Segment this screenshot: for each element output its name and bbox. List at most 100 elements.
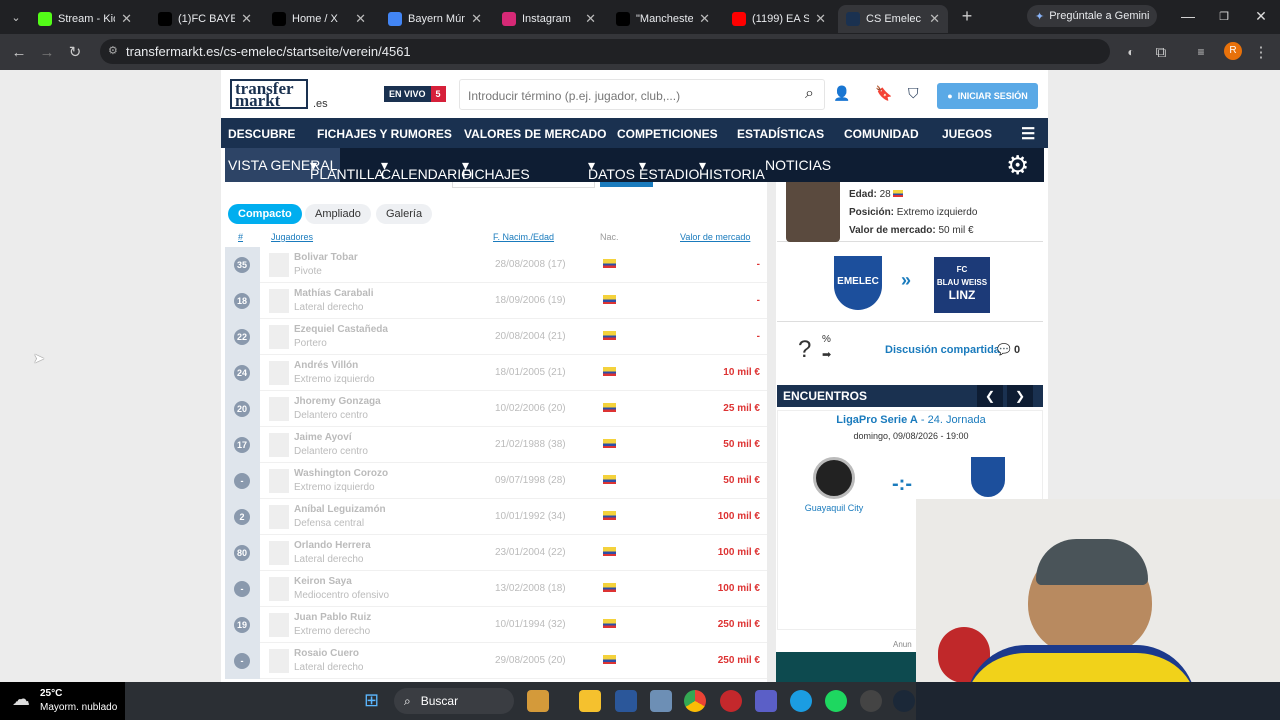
market-value[interactable]: 100 mil €: [718, 547, 760, 558]
back-icon[interactable]: ←: [8, 41, 30, 63]
table-row[interactable]: 19 Juan Pablo Ruiz Extremo derecho 10/01/19…: [225, 607, 768, 643]
player-name[interactable]: Aníbal Leguizamón: [294, 504, 386, 515]
close-tab-icon[interactable]: ✕: [585, 11, 596, 27]
player-thumbnail[interactable]: [269, 325, 289, 349]
login-button[interactable]: ● INICIAR SESIÓN: [937, 83, 1038, 109]
browser-tab[interactable]: CS Emelec - P ✕: [838, 5, 948, 33]
teams-icon[interactable]: [755, 690, 777, 712]
player-thumbnail[interactable]: [269, 505, 289, 529]
browser-tab[interactable]: Bayern Múnic ✕: [380, 5, 490, 33]
player-thumbnail[interactable]: [269, 433, 289, 457]
player-name[interactable]: Bolivar Tobar: [294, 252, 358, 263]
start-menu-icon[interactable]: ⊞: [364, 690, 386, 712]
emelec-crest[interactable]: EMELEC: [834, 256, 882, 310]
guayaquil-city-crest[interactable]: [813, 457, 855, 499]
player-thumbnail[interactable]: [269, 289, 289, 313]
subnav-estadio[interactable]: ESTADIO ▾: [639, 157, 699, 182]
menu-dots-icon[interactable]: ⋮: [1250, 41, 1272, 63]
chrome-icon[interactable]: [684, 690, 706, 712]
table-row[interactable]: 2 Aníbal Leguizamón Defensa central 10/01/1…: [225, 499, 768, 535]
player-name[interactable]: Jaime Ayoví: [294, 432, 352, 443]
player-name[interactable]: Rosaio Cuero: [294, 648, 359, 659]
close-tab-icon[interactable]: ✕: [241, 11, 252, 27]
table-row[interactable]: - Keiron Saya Mediocentro ofensivo 13/02/20…: [225, 571, 768, 607]
table-row[interactable]: 20 Jhoremy Gonzaga Delantero centro 10/02/2…: [225, 391, 768, 427]
close-tab-icon[interactable]: ✕: [699, 11, 710, 27]
table-row[interactable]: 80 Orlando Herrera Lateral derecho 23/01/20…: [225, 535, 768, 571]
market-value[interactable]: 25 mil €: [723, 403, 760, 414]
market-value[interactable]: 100 mil €: [718, 511, 760, 522]
browser-tab[interactable]: (1199) EA SPO ✕: [724, 5, 834, 33]
home-team-name[interactable]: Guayaquil City: [778, 503, 890, 513]
nav-descubre[interactable]: DESCUBRE: [228, 127, 295, 141]
market-value[interactable]: -: [757, 259, 760, 270]
subnav-fichajes[interactable]: FICHAJES Y RUMORES ▾: [462, 157, 534, 214]
search-icon[interactable]: ⌕: [805, 85, 814, 103]
player-name[interactable]: Jhoremy Gonzaga: [294, 396, 381, 407]
player-name[interactable]: Orlando Herrera: [294, 540, 371, 551]
table-row[interactable]: 35 Bolivar Tobar Pivote 28/08/2008 (17) -: [225, 247, 768, 283]
table-row[interactable]: 18 Mathías Carabali Lateral derecho 18/09/2…: [225, 283, 768, 319]
subnav-noticias[interactable]: NOTICIAS: [765, 157, 831, 173]
gemini-button[interactable]: ✦ Pregúntale a Gemini: [1027, 5, 1157, 27]
app-red-icon[interactable]: [720, 690, 742, 712]
search-input[interactable]: Introducir término (p.ej. jugador, club,…: [459, 79, 825, 110]
table-row[interactable]: 24 Andrés Villón Extremo izquierdo 18/01/20…: [225, 355, 768, 391]
market-value[interactable]: 50 mil €: [723, 439, 760, 450]
market-value[interactable]: 10 mil €: [723, 367, 760, 378]
edge-icon[interactable]: [790, 690, 812, 712]
table-row[interactable]: - Rosaio Cuero Lateral derecho 29/08/2005 (…: [225, 643, 768, 679]
player-thumbnail[interactable]: [269, 577, 289, 601]
next-match-button[interactable]: ❯: [1007, 385, 1033, 407]
market-value[interactable]: 250 mil €: [718, 655, 760, 666]
minimize-button[interactable]: —: [1170, 0, 1206, 32]
player-name[interactable]: Andrés Villón: [294, 360, 358, 371]
hamburger-icon[interactable]: ☰: [1021, 124, 1035, 144]
obs-icon[interactable]: [860, 690, 882, 712]
tab-compacto[interactable]: Compacto: [228, 204, 302, 224]
new-tab-icon[interactable]: +: [956, 5, 978, 27]
col-players[interactable]: Jugadores: [271, 232, 313, 242]
player-thumbnail[interactable]: [269, 397, 289, 421]
col-value[interactable]: Valor de mercado: [680, 232, 750, 242]
reload-icon[interactable]: ↻: [64, 41, 86, 63]
player-thumbnail[interactable]: [269, 649, 289, 673]
prev-match-button[interactable]: ❮: [977, 385, 1003, 407]
close-tab-icon[interactable]: ✕: [121, 11, 132, 27]
subnav-calendario[interactable]: CALENDARIO ▾: [381, 157, 472, 182]
subnav-datos[interactable]: DATOS ▾: [588, 157, 635, 182]
notepad-icon[interactable]: [650, 690, 672, 712]
transfermarkt-logo[interactable]: transfer markt: [230, 79, 308, 109]
filter-button[interactable]: [600, 182, 653, 187]
spotify-icon[interactable]: [825, 690, 847, 712]
taskbar-search[interactable]: ⌕ Buscar: [394, 688, 514, 714]
table-row[interactable]: - Washington Corozo Extremo izquierdo 09/07…: [225, 463, 768, 499]
browser-tab[interactable]: Instagram ✕: [494, 5, 604, 33]
blau-weiss-linz-crest[interactable]: FC BLAU WEISS LINZ: [934, 257, 990, 313]
browser-tab[interactable]: "Manchester ✕: [608, 5, 718, 33]
player-name[interactable]: Ezequiel Castañeda: [294, 324, 388, 335]
restore-button[interactable]: ❐: [1206, 0, 1242, 32]
address-bar[interactable]: ⚙ transfermarkt.es/cs-emelec/startseite/…: [100, 39, 1110, 64]
tab-galeria[interactable]: Galería: [376, 204, 433, 224]
close-tab-icon[interactable]: ✕: [471, 11, 482, 27]
player-name[interactable]: Keiron Saya: [294, 576, 352, 587]
shield-icon[interactable]: ⛉: [908, 85, 919, 102]
player-thumbnail[interactable]: [269, 253, 289, 277]
profile-avatar[interactable]: R: [1224, 42, 1242, 60]
site-info-icon[interactable]: ⚙: [108, 44, 118, 57]
media-icon[interactable]: ≡: [1190, 41, 1212, 63]
discussion-link[interactable]: Discusión compartida: [885, 344, 1000, 356]
market-value[interactable]: -: [757, 295, 760, 306]
player-name[interactable]: Washington Corozo: [294, 468, 388, 479]
domain-suffix[interactable]: .es: [313, 98, 328, 110]
puzzle-icon[interactable]: ⧉: [1150, 41, 1172, 63]
col-dob[interactable]: F. Nacim./Edad: [493, 232, 554, 242]
live-button[interactable]: EN VIVO 5: [384, 86, 446, 102]
player-thumbnail[interactable]: [269, 469, 289, 493]
forward-icon[interactable]: →: [36, 41, 58, 63]
player-thumbnail[interactable]: [269, 613, 289, 637]
player-thumbnail[interactable]: [269, 541, 289, 565]
steam-icon[interactable]: [893, 690, 915, 712]
nav-juegos[interactable]: JUEGOS: [942, 127, 992, 141]
